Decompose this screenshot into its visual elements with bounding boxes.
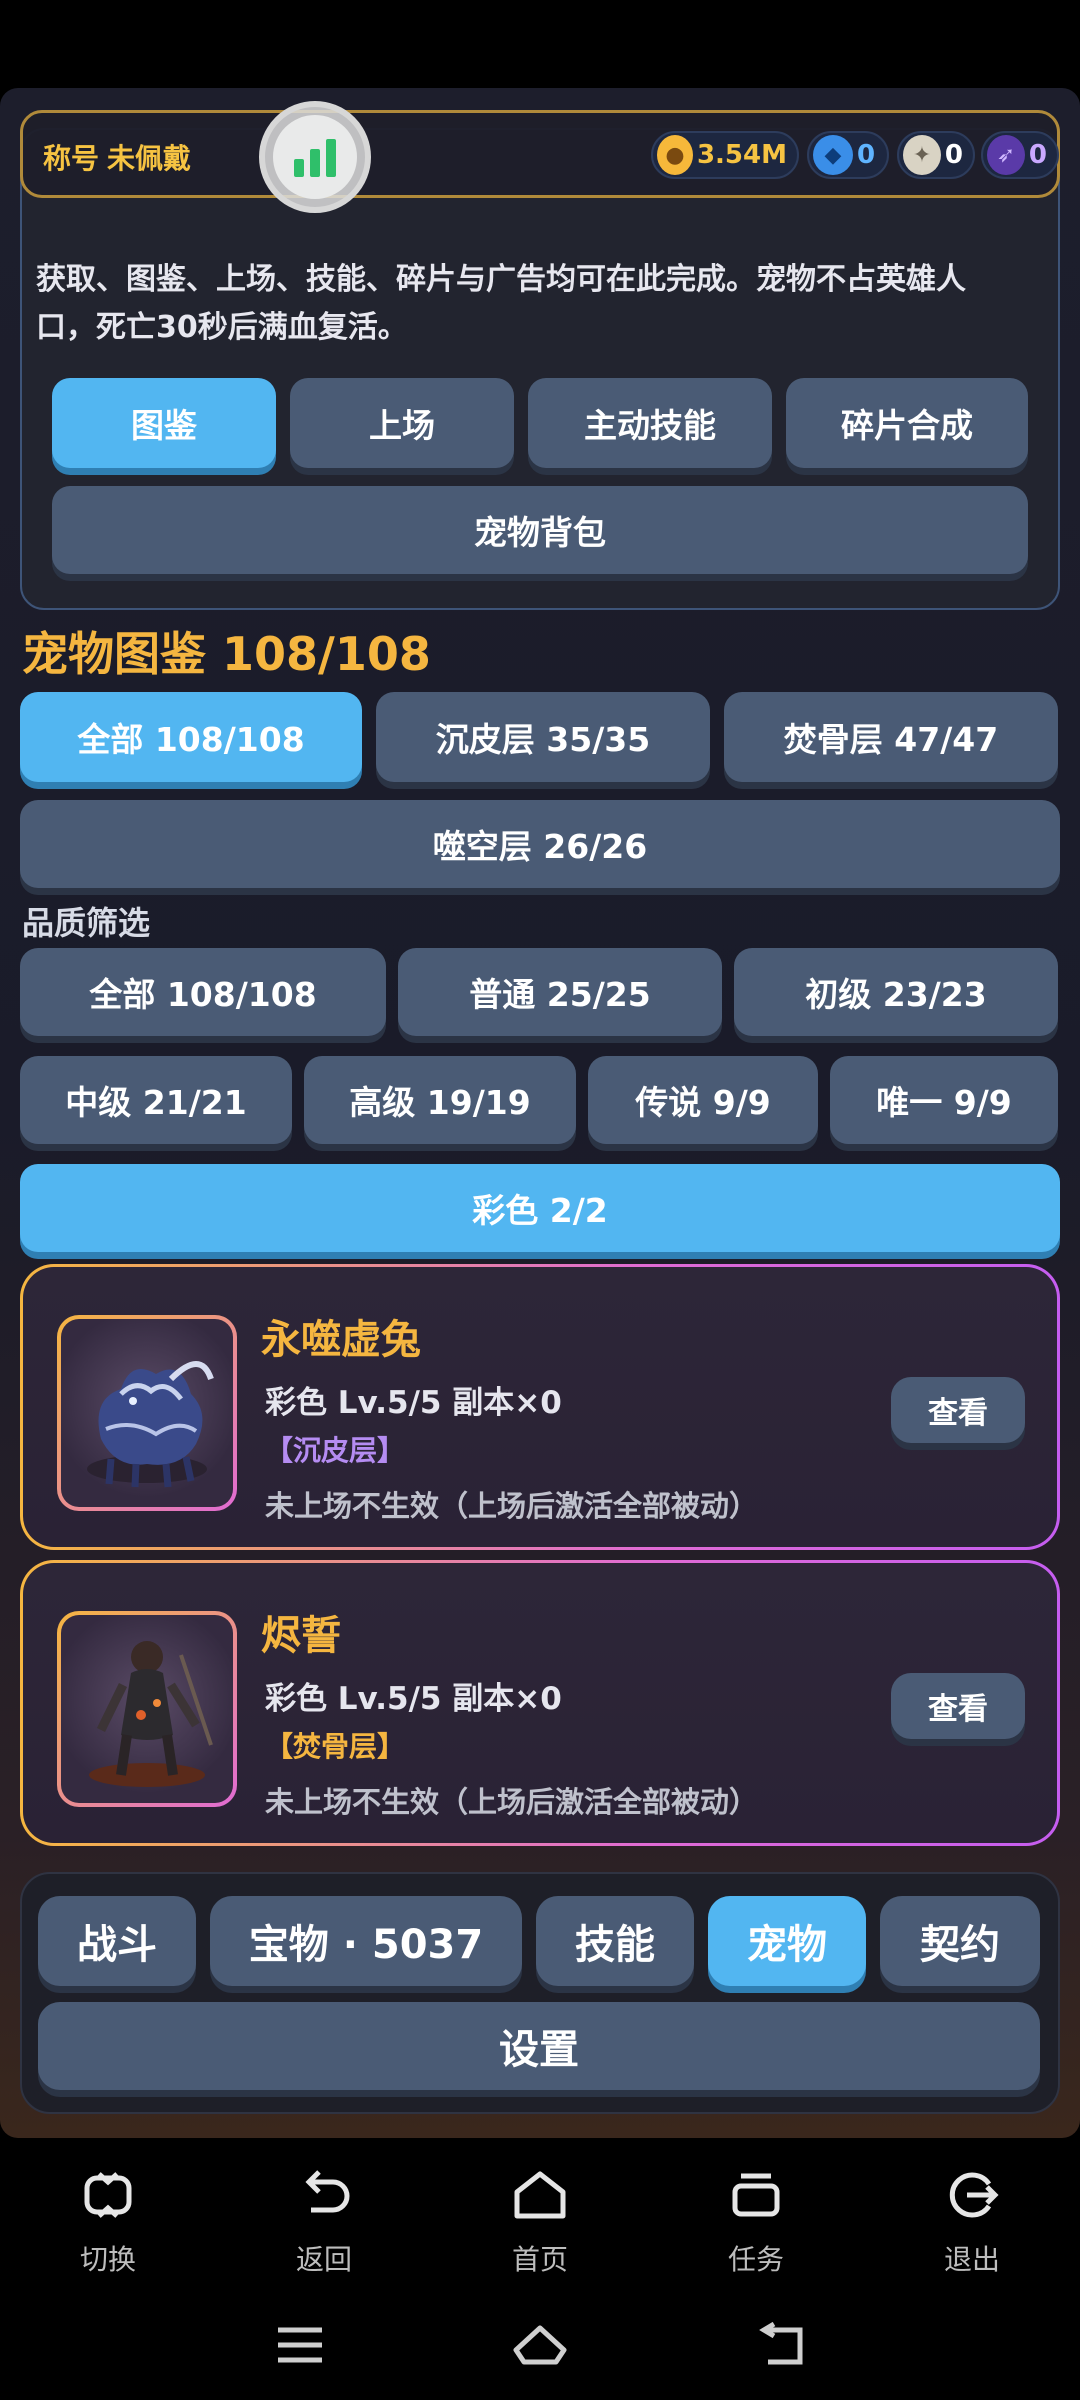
- back-gesture-icon[interactable]: [752, 2320, 812, 2370]
- gold-amount: 3.54M: [696, 140, 787, 170]
- title-label: 称号: [43, 142, 100, 175]
- blue-gem-currency: ◆ 0: [807, 131, 889, 179]
- tab-battle[interactable]: 战斗: [38, 1896, 196, 1986]
- blue-gem-amount: 0: [857, 140, 876, 170]
- pet-name: 烬誓: [261, 1613, 341, 1659]
- nav-switch-label: 切换: [79, 2243, 136, 2276]
- switch-icon: [84, 2172, 132, 2218]
- nav-home[interactable]: 首页: [470, 2160, 610, 2278]
- signal-bars-icon: [273, 115, 357, 199]
- pet-portrait-image: [57, 1611, 237, 1807]
- tab-skills[interactable]: 技能: [536, 1896, 694, 1986]
- layer-filter-shikong[interactable]: 噬空层 26/26: [20, 800, 1060, 888]
- quality-filter-intermediate[interactable]: 中级 21/21: [20, 1056, 292, 1144]
- pet-intro-text: 获取、图鉴、上场、技能、碎片与广告均可在此完成。宠物不占英雄人口，死亡30秒后满…: [36, 262, 966, 345]
- layer-filter-chenpi[interactable]: 沉皮层 35/35: [376, 692, 710, 782]
- pet-quality-level: 彩色 Lv.5/5 副本×0: [265, 1385, 562, 1421]
- tab-active-skills[interactable]: 主动技能: [528, 378, 772, 468]
- quality-filter-advanced[interactable]: 高级 19/19: [304, 1056, 576, 1144]
- quality-filter-unique[interactable]: 唯一 9/9: [830, 1056, 1058, 1144]
- pet-name: 永噬虚兔: [261, 1317, 421, 1363]
- blue-gem-icon: ◆: [813, 135, 853, 175]
- pet-status-note: 未上场不生效（上场后激活全部被动）: [265, 1489, 759, 1523]
- quality-filter-common[interactable]: 普通 25/25: [398, 948, 722, 1036]
- pet-card: 烬誓 彩色 Lv.5/5 副本×0 【焚骨层】 未上场不生效（上场后激活全部被动…: [20, 1560, 1060, 1846]
- nav-switch[interactable]: 切换: [38, 2160, 178, 2278]
- system-navigation-bar: 切换 返回 首页 任务 退出: [0, 2140, 1080, 2400]
- nav-back[interactable]: 返回: [254, 2160, 394, 2278]
- home-gesture-icon[interactable]: [510, 2320, 570, 2370]
- tab-codex[interactable]: 图鉴: [52, 378, 276, 468]
- gold-currency: ● 3.54M: [651, 131, 799, 179]
- layer-filter-all[interactable]: 全部 108/108: [20, 692, 362, 782]
- nav-exit[interactable]: 退出: [902, 2160, 1042, 2278]
- purple-feather-amount: 0: [1028, 140, 1047, 170]
- nav-back-label: 返回: [295, 2243, 352, 2276]
- layer-filter-fengu[interactable]: 焚骨层 47/47: [724, 692, 1058, 782]
- nav-tasks[interactable]: 任务: [686, 2160, 826, 2278]
- quality-filter-rainbow[interactable]: 彩色 2/2: [20, 1164, 1060, 1252]
- tab-pets[interactable]: 宠物: [708, 1896, 866, 1986]
- title-value[interactable]: 未佩戴: [107, 137, 191, 177]
- quality-filter-label: 品质筛选: [22, 904, 151, 942]
- purple-feather-icon: ➶: [987, 135, 1025, 175]
- quality-filter-junior[interactable]: 初级 23/23: [734, 948, 1058, 1036]
- pet-bag-button[interactable]: 宠物背包: [52, 486, 1028, 574]
- network-signal-button[interactable]: [259, 101, 371, 213]
- tab-contract[interactable]: 契约: [880, 1896, 1040, 1986]
- white-crystal-currency: ✦ 0: [897, 131, 975, 179]
- codex-title: 宠物图鉴 108/108: [22, 627, 431, 681]
- pet-layer-tag: 【焚骨层】: [265, 1730, 406, 1763]
- tasks-icon: [732, 2173, 780, 2217]
- nav-exit-label: 退出: [943, 2243, 1000, 2276]
- pet-status-note: 未上场不生效（上场后激活全部被动）: [265, 1785, 759, 1819]
- pet-quality-level: 彩色 Lv.5/5 副本×0: [265, 1681, 562, 1717]
- white-crystal-amount: 0: [944, 140, 963, 170]
- game-window: 获取、图鉴、上场、技能、碎片与广告均可在此完成。宠物不占英雄人口，死亡30秒后满…: [0, 88, 1080, 2138]
- pet-portrait-image: [57, 1315, 237, 1511]
- nav-tasks-label: 任务: [727, 2243, 784, 2276]
- nav-home-label: 首页: [511, 2243, 568, 2276]
- pet-card: 永噬虚兔 彩色 Lv.5/5 副本×0 【沉皮层】 未上场不生效（上场后激活全部…: [20, 1264, 1060, 1550]
- exit-icon: [949, 2172, 999, 2218]
- top-status-bar: 称号 未佩戴 ● 3.54M ◆ 0 ✦ 0 ➶ 0: [20, 101, 1060, 213]
- view-pet-button[interactable]: 查看: [891, 1377, 1025, 1443]
- gold-coin-icon: ●: [657, 135, 693, 175]
- settings-button[interactable]: 设置: [38, 2002, 1040, 2090]
- quality-filter-legendary[interactable]: 传说 9/9: [588, 1056, 818, 1144]
- menu-gesture-icon[interactable]: [270, 2320, 330, 2370]
- pet-layer-tag: 【沉皮层】: [265, 1434, 406, 1467]
- tab-deploy[interactable]: 上场: [290, 378, 514, 468]
- tab-treasure[interactable]: 宝物 · 5037: [210, 1896, 522, 1986]
- quality-filter-all[interactable]: 全部 108/108: [20, 948, 386, 1036]
- purple-feather-currency: ➶ 0: [981, 131, 1059, 179]
- white-crystal-icon: ✦: [903, 135, 941, 175]
- tab-shard-synthesis[interactable]: 碎片合成: [786, 378, 1028, 468]
- view-pet-button[interactable]: 查看: [891, 1673, 1025, 1739]
- undo-arrow-icon: [305, 2170, 350, 2213]
- home-icon: [514, 2171, 566, 2219]
